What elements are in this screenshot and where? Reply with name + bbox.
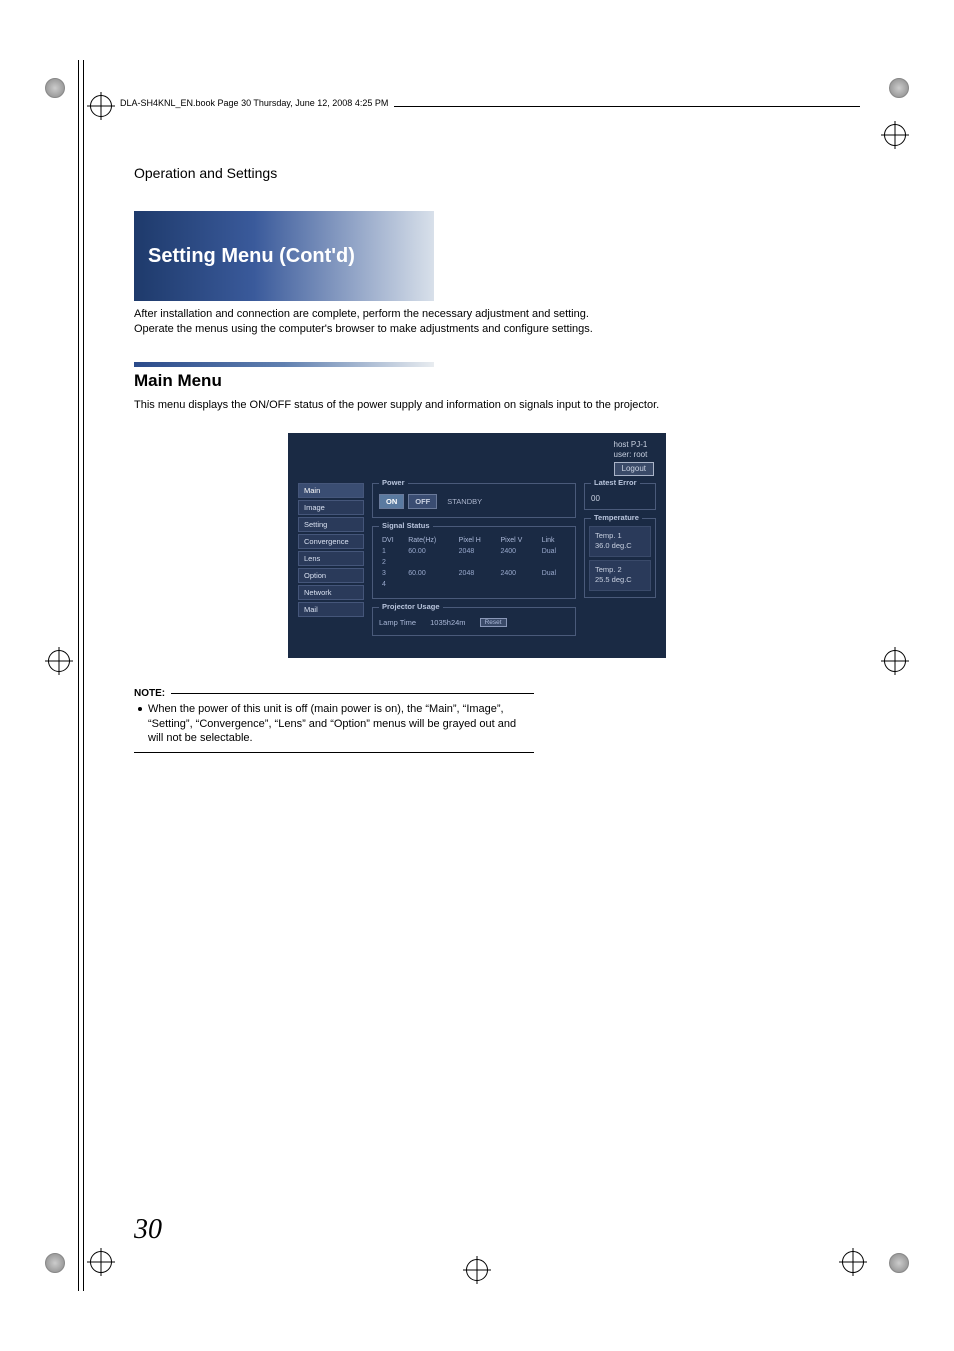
temperature-group: Temperature Temp. 1 36.0 deg.C Temp. 2 2… — [584, 518, 656, 598]
cell: 1 — [379, 546, 405, 557]
cell — [539, 557, 569, 568]
subhead-bar — [134, 362, 434, 367]
crop-circle-icon — [889, 1253, 909, 1273]
table-row: 1 60.00 2048 2400 Dual — [379, 546, 569, 557]
signal-legend: Signal Status — [379, 521, 433, 530]
registration-mark-icon — [842, 1251, 864, 1273]
projector-ui-panel: host PJ-1 user: root Logout Main Image S… — [288, 433, 666, 658]
error-value: 00 — [591, 494, 649, 503]
sidebar-nav: Main Image Setting Convergence Lens Opti… — [298, 483, 364, 644]
sidebar-item-main[interactable]: Main — [298, 483, 364, 498]
cell — [405, 579, 455, 590]
cell: 3 — [379, 568, 405, 579]
page-number: 30 — [134, 1214, 162, 1246]
power-standby-label: STANDBY — [447, 497, 482, 506]
cell: 2048 — [456, 546, 498, 557]
table-row: 3 60.00 2048 2400 Dual — [379, 568, 569, 579]
doc-header-text: DLA-SH4KNL_EN.book Page 30 Thursday, Jun… — [120, 98, 394, 108]
crop-circle-icon — [45, 1253, 65, 1273]
col-rate: Rate(Hz) — [405, 535, 455, 546]
sidebar-item-option[interactable]: Option — [298, 568, 364, 583]
sidebar-item-setting[interactable]: Setting — [298, 517, 364, 532]
cell: 2400 — [497, 568, 538, 579]
sidebar-item-convergence[interactable]: Convergence — [298, 534, 364, 549]
cell — [497, 557, 538, 568]
intro-line: Operate the menus using the computer's b… — [134, 323, 593, 335]
col-pixelv: Pixel V — [497, 535, 538, 546]
cell — [456, 579, 498, 590]
cell: 4 — [379, 579, 405, 590]
registration-mark-icon — [90, 1251, 112, 1273]
cell: Dual — [539, 546, 569, 557]
col-link: Link — [539, 535, 569, 546]
power-group: Power ON OFF STANDBY — [372, 483, 576, 518]
registration-mark-icon — [884, 124, 906, 146]
table-row: 4 — [379, 579, 569, 590]
temperature-legend: Temperature — [591, 513, 642, 522]
usage-legend: Projector Usage — [379, 602, 443, 611]
cell: 2 — [379, 557, 405, 568]
cell: 2400 — [497, 546, 538, 557]
host-info: host PJ-1 user: root Logout — [614, 440, 654, 476]
registration-mark-icon — [466, 1259, 488, 1281]
logout-button[interactable]: Logout — [614, 462, 654, 476]
signal-status-group: Signal Status DVI Rate(Hz) Pixel H Pixel… — [372, 526, 576, 599]
reset-button[interactable]: Reset — [480, 618, 507, 627]
table-row: 2 — [379, 557, 569, 568]
lamp-time-value: 1035h24m — [430, 618, 465, 627]
lamp-time-label: Lamp Time — [379, 618, 416, 627]
cell — [539, 579, 569, 590]
intro-text: After installation and connection are co… — [134, 307, 820, 338]
cell: Dual — [539, 568, 569, 579]
cell — [405, 557, 455, 568]
error-legend: Latest Error — [591, 478, 640, 487]
cell — [497, 579, 538, 590]
power-off-button[interactable]: OFF — [408, 494, 437, 509]
temp1-box: Temp. 1 36.0 deg.C — [589, 526, 651, 557]
page-banner: Setting Menu (Cont'd) — [134, 211, 434, 301]
power-legend: Power — [379, 478, 408, 487]
sidebar-item-image[interactable]: Image — [298, 500, 364, 515]
power-on-button[interactable]: ON — [379, 494, 404, 509]
note-heading: NOTE: — [134, 688, 165, 699]
sidebar-item-mail[interactable]: Mail — [298, 602, 364, 617]
cell: 60.00 — [405, 568, 455, 579]
cell: 2048 — [456, 568, 498, 579]
note-body: When the power of this unit is off (main… — [138, 702, 534, 747]
col-dvi: DVI — [379, 535, 405, 546]
subheading: Main Menu — [134, 371, 820, 391]
temp2-box: Temp. 2 25.5 deg.C — [589, 560, 651, 591]
user-label: user: root — [614, 450, 654, 460]
temp1-label: Temp. 1 — [595, 531, 645, 542]
section-title: Operation and Settings — [134, 165, 820, 181]
registration-mark-icon — [48, 650, 70, 672]
note-rule — [134, 752, 534, 753]
crop-circle-icon — [45, 78, 65, 98]
intro-line: After installation and connection are co… — [134, 308, 589, 320]
temp2-label: Temp. 2 — [595, 565, 645, 576]
col-pixelh: Pixel H — [456, 535, 498, 546]
sidebar-item-lens[interactable]: Lens — [298, 551, 364, 566]
crop-circle-icon — [889, 78, 909, 98]
latest-error-group: Latest Error 00 — [584, 483, 656, 510]
temp2-value: 25.5 deg.C — [595, 575, 645, 586]
note-box: NOTE: When the power of this unit is off… — [134, 688, 534, 754]
doc-header-line: DLA-SH4KNL_EN.book Page 30 Thursday, Jun… — [90, 95, 860, 117]
temp1-value: 36.0 deg.C — [595, 541, 645, 552]
host-label: host PJ-1 — [614, 440, 654, 450]
crop-guide — [78, 60, 84, 1291]
registration-mark-icon — [90, 95, 112, 117]
signal-table: DVI Rate(Hz) Pixel H Pixel V Link 1 60.0… — [379, 535, 569, 590]
subheading-description: This menu displays the ON/OFF status of … — [134, 399, 820, 411]
table-header-row: DVI Rate(Hz) Pixel H Pixel V Link — [379, 535, 569, 546]
cell — [456, 557, 498, 568]
projector-usage-group: Projector Usage Lamp Time 1035h24m Reset — [372, 607, 576, 636]
sidebar-item-network[interactable]: Network — [298, 585, 364, 600]
registration-mark-icon — [884, 650, 906, 672]
cell: 60.00 — [405, 546, 455, 557]
note-rule — [171, 693, 534, 694]
